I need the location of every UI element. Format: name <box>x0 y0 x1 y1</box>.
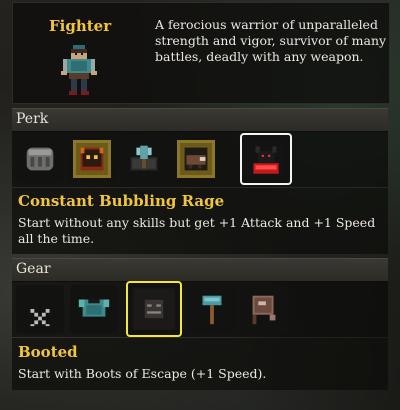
perk-section-header: Perk <box>12 108 388 132</box>
battle-axe-chest-icon <box>130 145 158 171</box>
selected-gear-description: Start with Boots of Escape (+1 Speed). <box>18 366 267 381</box>
scroll-banner-icon <box>252 295 276 325</box>
gauntlet-fist-icon <box>26 147 54 171</box>
character-header: Fighter A ferocious warrior of unparalle… <box>12 2 390 104</box>
rage-demon-icon <box>73 140 111 178</box>
character-description: A ferocious warrior of unparalleled stre… <box>155 17 387 64</box>
fighter-portrait-icon <box>61 45 97 95</box>
gear-section-header: Gear <box>12 258 388 282</box>
gear-slot-none[interactable] <box>16 285 64 333</box>
hammer-icon <box>202 295 222 325</box>
gear-slot-hammer[interactable] <box>188 285 236 333</box>
perk-slot-gauntlet[interactable] <box>16 135 64 183</box>
perk-slot-bubbling-rage[interactable] <box>240 133 292 185</box>
selected-perk-description: Start without any skills but get +1 Atta… <box>18 215 376 246</box>
none-x-icon <box>30 309 50 327</box>
selected-gear-title: Booted <box>18 343 78 361</box>
boots-icon <box>133 288 175 330</box>
perk-slot-battle-axe[interactable] <box>120 135 168 183</box>
charging-boar-icon <box>177 140 215 178</box>
character-name: Fighter <box>49 17 112 35</box>
perk-section-label: Perk <box>16 111 49 127</box>
gear-section-label: Gear <box>16 261 51 277</box>
perk-slot-charging-boar[interactable] <box>172 135 220 183</box>
gear-slot-scroll-banner[interactable] <box>240 285 288 333</box>
gear-slot-boots[interactable] <box>126 281 182 337</box>
selected-perk-title: Constant Bubbling Rage <box>18 192 225 210</box>
chest-armor-icon <box>78 299 110 317</box>
gear-slot-chest-armor[interactable] <box>70 285 118 333</box>
bubbling-rage-icon <box>247 140 285 178</box>
perk-slot-rage-demon[interactable] <box>68 135 116 183</box>
